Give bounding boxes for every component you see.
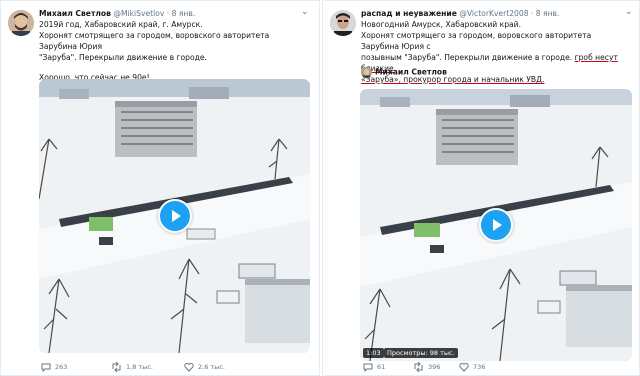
play-button[interactable] [157,199,192,233]
play-button[interactable] [479,208,513,242]
retweet-count: 396 [428,363,441,371]
tweet-date[interactable]: · 8 янв. [531,9,560,18]
reply-icon [363,363,373,372]
tweet-line: Хоронят смотрящего за городом, воровског… [361,31,592,51]
retweet-count: 1,8 тыс. [126,363,153,371]
video-player[interactable]: 1:03 Просмотры: 98 тыс. [360,89,632,361]
avatar[interactable] [330,10,356,36]
tweet-line: Хоронят смотрящего за городом, воровског… [39,31,270,51]
retweet-button[interactable]: 396 [413,362,440,372]
author-handle[interactable]: @VictorKvert2008 [459,9,528,18]
heart-icon [184,362,194,372]
tweet-header: распад и неуважение @VictorKvert2008 · 8… [361,9,623,19]
author-name[interactable]: Михаил Светлов [39,9,111,18]
tweet-text: 2019й год, Хабаровский край, г. Амурск. … [39,19,309,83]
retweet-icon [414,362,423,372]
quoted-avatar [361,67,372,78]
tweet-line: Новогодний Амурск, Хабаровский край. [361,20,522,29]
chevron-down-icon[interactable]: ⌄ [625,7,633,17]
reply-button[interactable]: 263 [41,362,67,372]
heart-icon [459,362,469,372]
avatar[interactable] [8,10,34,36]
tweet-actions: 61 396 736 [361,362,621,374]
author-handle[interactable]: @MikiSvetlov [113,9,164,18]
tweet-actions: 263 1,8 тыс. 2,6 тыс. [39,362,299,374]
like-button[interactable]: 2,6 тыс. [184,362,225,372]
like-button[interactable]: 736 [459,362,485,372]
reply-button[interactable]: 61 [363,362,385,372]
retweet-icon [112,362,121,372]
reply-icon [41,363,51,372]
reply-count: 263 [55,363,68,371]
like-count: 2,6 тыс. [198,363,225,371]
video-views: Просмотры: 98 тыс. [384,348,458,358]
tweet-line: "Заруба". Перекрыли движение в городе. [39,53,207,62]
tweet-2[interactable]: распад и неуважение @VictorKvert2008 · 8… [322,0,640,376]
tweet-line: 2019й год, Хабаровский край, г. Амурск. [39,20,203,29]
video-duration: 1:03 [363,348,384,358]
play-icon [493,219,502,231]
tweet-1[interactable]: Михаил Светлов @MikiSvetlov · 8 янв. ⌄ 2… [0,0,320,376]
tweet-header: Михаил Светлов @MikiSvetlov · 8 янв. [39,9,303,19]
video-player[interactable] [39,79,310,353]
play-icon [171,210,181,222]
tweet-date[interactable]: · 8 янв. [167,9,196,18]
reply-count: 61 [377,363,386,371]
quoted-author[interactable]: Михаил Светлов [361,67,447,78]
author-name[interactable]: распад и неуважение [361,9,457,18]
chevron-down-icon[interactable]: ⌄ [301,7,309,17]
retweet-button[interactable]: 1,8 тыс. [111,362,153,372]
like-count: 736 [473,363,486,371]
